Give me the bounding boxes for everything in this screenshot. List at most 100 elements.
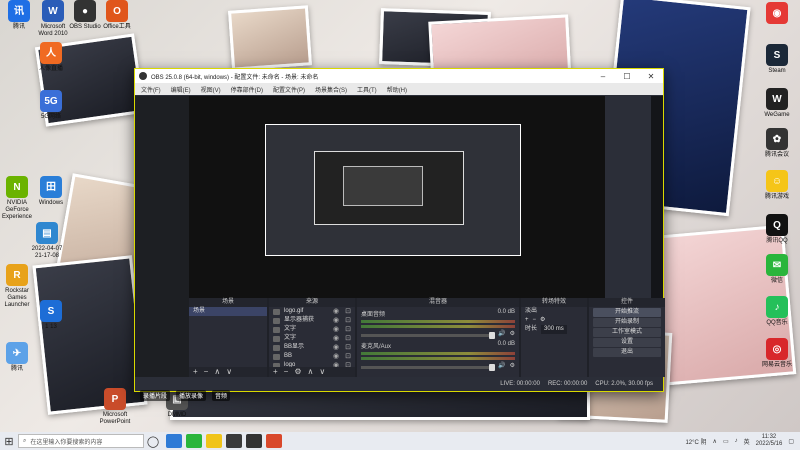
ime-lang[interactable]: 英 [744, 437, 750, 446]
taskbar-search-input[interactable]: ⌕ 在这里输入你要搜索的内容 [18, 434, 144, 448]
desktop-shortcut[interactable]: P Microsoft PowerPoint [98, 388, 132, 426]
move-down-icon[interactable]: ∨ [226, 367, 232, 377]
lock-icon[interactable]: ⊡ [345, 325, 351, 334]
desktop-shortcut[interactable]: ✿ 腾讯会议 [760, 128, 794, 159]
desktop-shortcut[interactable]: 人人像直播 [34, 42, 68, 73]
desktop-shortcut[interactable]: ✉ 微信 [760, 254, 794, 285]
maximize-button[interactable]: ☐ [615, 72, 639, 81]
preview-canvas[interactable] [189, 96, 605, 298]
desktop-shortcut[interactable]: 讯腾讯 [2, 0, 36, 31]
menu-docks[interactable]: 停靠部件(D) [231, 85, 263, 94]
desktop-shortcut[interactable]: N NVIDIA GeForce Experience [0, 176, 34, 221]
obs-window[interactable]: OBS 25.0.8 (64-bit, windows) - 配置文件: 未命名… [134, 68, 665, 392]
notification-icon[interactable]: ▢ [788, 438, 794, 445]
network-icon[interactable]: ▭ [723, 438, 729, 445]
wechat-icon[interactable] [186, 434, 202, 448]
gear-icon[interactable]: ⚙ [510, 330, 515, 337]
source-item[interactable]: 文字 ◉ ⊡ [269, 334, 355, 343]
source-settings-gear-icon[interactable]: ⚙ [294, 367, 301, 377]
desktop-shortcut[interactable]: 5G 5G网络 [34, 90, 68, 121]
duration-input[interactable]: 300 ms [541, 325, 567, 334]
speaker-icon[interactable]: 🔊 [498, 362, 505, 369]
desktop-shortcut[interactable]: 田 Windows [34, 176, 68, 207]
weather-text[interactable]: 12°C 阴 [685, 437, 706, 446]
desktop-shortcut[interactable]: ● OBS Studio [68, 0, 102, 31]
move-down-icon[interactable]: ∨ [319, 367, 325, 377]
scene-item[interactable]: 场景 [189, 307, 267, 316]
lock-icon[interactable]: ⊡ [345, 307, 351, 316]
close-button[interactable]: ✕ [639, 72, 663, 81]
lock-icon[interactable]: ⊡ [345, 334, 351, 343]
lock-icon[interactable]: ⊡ [345, 352, 351, 361]
lock-icon[interactable]: ⊡ [345, 343, 351, 352]
volume-slider[interactable] [361, 331, 495, 339]
remove-transition-button[interactable]: − [533, 316, 537, 325]
desktop-shortcut[interactable]: ◎ 网易云音乐 [760, 338, 794, 369]
source-item[interactable]: BB ◉ ⊡ [269, 352, 355, 361]
remove-scene-button[interactable]: − [204, 367, 209, 377]
gear-icon[interactable]: ⚙ [510, 362, 515, 369]
app-icon[interactable] [266, 434, 282, 448]
desktop-shortcut[interactable]: W WeGame [760, 88, 794, 119]
source-item[interactable]: logo.gif ◉ ⊡ [269, 307, 355, 316]
windows-start-icon[interactable]: ⊞ [0, 432, 18, 450]
desktop-shortcut[interactable]: W Microsoft Word 2010 [36, 0, 70, 38]
lock-icon[interactable]: ⊡ [345, 316, 351, 325]
visibility-eye-icon[interactable]: ◉ [333, 307, 339, 316]
app-icon[interactable] [226, 434, 242, 448]
source-item[interactable]: BB显示 ◉ ⊡ [269, 343, 355, 352]
desktop-shortcut[interactable]: Q 腾讯QQ [760, 214, 794, 245]
source-item[interactable]: 显示器捕获 ◉ ⊡ [269, 316, 355, 325]
visibility-eye-icon[interactable]: ◉ [333, 325, 339, 334]
menu-tools[interactable]: 工具(T) [357, 85, 377, 94]
add-scene-button[interactable]: + [193, 367, 198, 377]
exit-button[interactable]: 退出 [593, 348, 661, 357]
desktop-shortcut[interactable]: ☺ 腾讯游戏 [760, 170, 794, 201]
desktop-shortcut[interactable]: ✈ 腾讯 [0, 342, 34, 373]
visibility-eye-icon[interactable]: ◉ [333, 343, 339, 352]
clip-button[interactable]: 录播片段 [140, 389, 171, 401]
obs-taskbar-icon[interactable] [246, 434, 262, 448]
move-up-icon[interactable]: ∧ [214, 367, 220, 377]
edge-icon[interactable] [166, 434, 182, 448]
visibility-eye-icon[interactable]: ◉ [333, 352, 339, 361]
menu-view[interactable]: 视图(V) [201, 85, 221, 94]
desktop-shortcut[interactable]: O Office工具 [100, 0, 134, 31]
desktop-shortcut[interactable]: S 1 13 [34, 300, 68, 331]
move-up-icon[interactable]: ∧ [308, 367, 314, 377]
desktop-shortcut[interactable]: ♪ QQ音乐 [760, 296, 794, 327]
settings-button[interactable]: 设置 [593, 338, 661, 347]
remove-source-button[interactable]: − [284, 367, 289, 377]
obs-titlebar[interactable]: OBS 25.0.8 (64-bit, windows) - 配置文件: 未命名… [135, 69, 663, 83]
recursive-preview [343, 166, 423, 206]
volume-icon[interactable]: ♪ [735, 438, 738, 444]
source-item[interactable]: 文字 ◉ ⊡ [269, 325, 355, 334]
chevron-up-icon[interactable]: ∧ [713, 438, 717, 445]
task-view-icon[interactable]: ◯ [144, 432, 162, 450]
add-source-button[interactable]: + [273, 367, 278, 377]
desktop-shortcut[interactable]: ▤ 2022-04-07 21-17-08 [30, 222, 64, 260]
menu-profile[interactable]: 配置文件(P) [273, 85, 305, 94]
desktop-shortcut[interactable]: S Steam [760, 44, 794, 75]
visibility-eye-icon[interactable]: ◉ [333, 316, 339, 325]
minimize-button[interactable]: – [591, 72, 615, 81]
transition-select[interactable]: 淡出 [521, 307, 587, 316]
menu-scene-collection[interactable]: 场景集合(S) [315, 85, 347, 94]
clock[interactable]: 11:32 2022/5/16 [756, 434, 783, 448]
desktop-shortcut[interactable]: R Rockstar Games Launcher [0, 264, 34, 309]
volume-slider[interactable] [361, 363, 495, 371]
visibility-eye-icon[interactable]: ◉ [333, 334, 339, 343]
studio-mode-button[interactable]: 工作室模式 [593, 328, 661, 337]
start-streaming-button[interactable]: 开始推流 [593, 308, 661, 317]
menu-edit[interactable]: 编辑(E) [171, 85, 191, 94]
menu-help[interactable]: 帮助(H) [387, 85, 407, 94]
desktop-shortcut[interactable]: ◉ [760, 2, 794, 26]
menu-file[interactable]: 文件(F) [141, 85, 161, 94]
add-transition-button[interactable]: + [525, 316, 529, 325]
speaker-icon[interactable]: 🔊 [498, 330, 505, 337]
file-explorer-icon[interactable] [206, 434, 222, 448]
audio-button[interactable]: 音频 [212, 389, 231, 401]
gear-icon[interactable]: ⚙ [540, 316, 545, 325]
start-recording-button[interactable]: 开始录制 [593, 318, 661, 327]
playback-button[interactable]: 播放录像 [176, 389, 207, 401]
